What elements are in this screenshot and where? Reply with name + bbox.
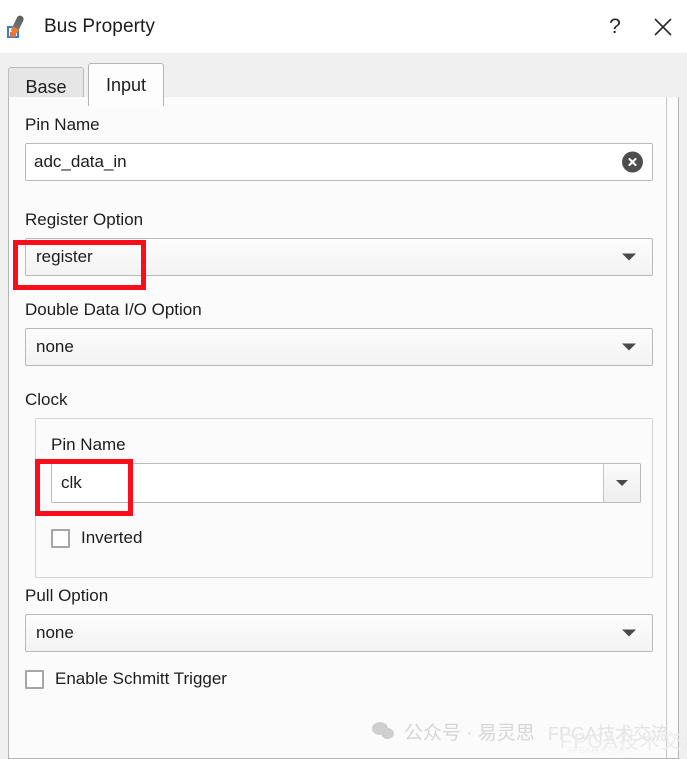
double-data-io-option-value: none [36,337,74,357]
tab-input-label: Input [106,75,146,96]
pen-property-icon [6,14,32,40]
enable-schmitt-trigger-row[interactable]: Enable Schmitt Trigger [25,669,227,689]
pull-option-label: Pull Option [25,586,108,606]
help-button[interactable]: ? [591,0,639,53]
close-icon [652,16,674,38]
inverted-checkbox-row[interactable]: Inverted [51,528,142,548]
clock-label: Clock [25,390,68,410]
wechat-icon [372,722,395,741]
pin-name-label: Pin Name [25,115,100,135]
dialog-body: Base Input Pin Name adc_data_in Regist [0,53,687,759]
tab-underline-mask [89,105,163,107]
close-x-glyph [626,156,639,169]
watermark-text: 公众号 · 易灵思 [404,718,535,745]
chevron-down-icon [622,630,636,637]
panel-right-divider [666,97,667,759]
pin-name-value: adc_data_in [34,152,127,172]
watermark-main: 公众号 · 易灵思 [372,718,535,745]
pull-option-combo[interactable]: none [25,614,653,652]
double-data-io-option-combo[interactable]: none [25,328,653,366]
double-data-io-option-label: Double Data I/O Option [25,300,202,320]
window-title: Bus Property [44,16,155,38]
input-form: Pin Name adc_data_in Register Option reg… [9,97,669,759]
watermark-tiny-text: FPGA技术交流 [568,745,625,756]
pull-option-value: none [36,623,74,643]
clock-pin-name-label: Pin Name [51,435,126,455]
clear-circle-icon[interactable] [622,152,643,173]
chevron-down-icon [622,254,636,261]
enable-schmitt-trigger-checkbox[interactable] [25,670,44,689]
close-button[interactable] [639,0,687,53]
inverted-checkbox[interactable] [51,529,70,548]
tab-input[interactable]: Input [88,63,164,106]
input-tab-panel: Pin Name adc_data_in Register Option reg… [8,97,679,759]
chevron-down-icon [622,344,636,351]
register-option-value: register [36,247,93,267]
inverted-label: Inverted [81,528,142,548]
title-bar: Bus Property ? [0,0,687,53]
clock-pin-name-dropdown-button[interactable] [603,464,640,502]
question-mark-icon: ? [609,16,621,37]
register-option-label: Register Option [25,210,143,230]
tab-base-label: Base [25,77,66,98]
register-option-combo[interactable]: register [25,238,653,276]
pin-name-input[interactable]: adc_data_in [25,143,653,181]
chevron-down-icon [616,480,628,486]
title-bar-actions: ? [591,0,687,53]
clock-pin-name-combo[interactable]: clk [51,463,641,503]
enable-schmitt-trigger-label: Enable Schmitt Trigger [55,669,227,689]
watermark: 公众号 · 易灵思 FPGA技术交流 FPGA技术交流 FPGA技术交流 [372,712,672,754]
clock-pin-name-value: clk [61,473,82,493]
